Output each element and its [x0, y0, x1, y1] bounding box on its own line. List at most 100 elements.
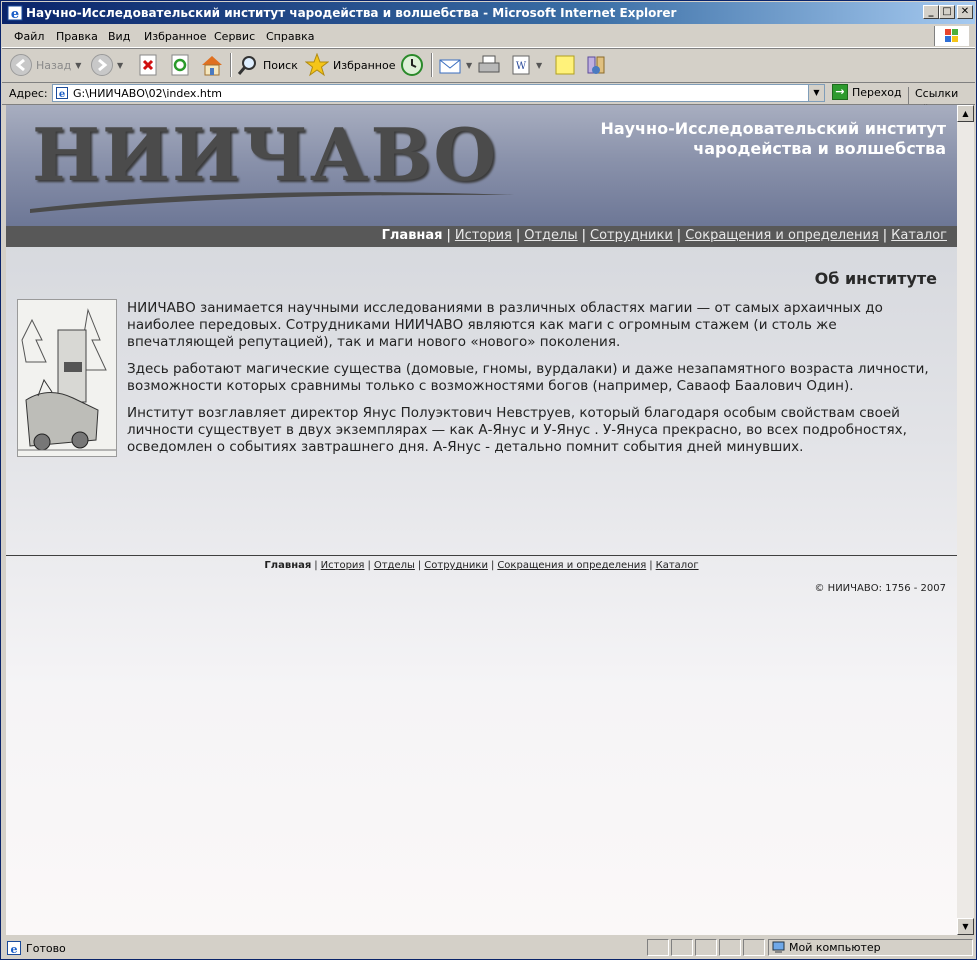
logo-swoosh-icon	[30, 192, 514, 213]
footer-nav-abbreviations[interactable]: Сокращения и определения	[497, 560, 646, 571]
page-status-icon: e	[7, 941, 21, 955]
scroll-down-button[interactable]: ▼	[957, 918, 974, 935]
menu-tools[interactable]: Сервис	[214, 30, 255, 43]
footer-nav-catalog[interactable]: Каталог	[656, 560, 699, 571]
about-content: НИИЧАВО занимается научными исследования…	[127, 300, 942, 466]
site-logo: НИИЧАВО	[32, 112, 499, 197]
maximize-button[interactable]: □	[939, 5, 955, 19]
status-cell	[719, 939, 741, 956]
refresh-button[interactable]	[170, 53, 190, 77]
close-button[interactable]: ✕	[957, 5, 973, 19]
top-nav: Главная | История | Отделы | Сотрудники | Сокращ…	[381, 228, 947, 243]
nav-abbreviations[interactable]: Сокращения и определения	[685, 228, 879, 243]
toolbar-separator	[431, 53, 433, 77]
svg-text:e: e	[59, 89, 65, 99]
vertical-scrollbar[interactable]: ▲ ▼	[957, 105, 974, 935]
page-icon: e	[56, 87, 68, 99]
home-icon	[202, 56, 222, 76]
status-cell	[695, 939, 717, 956]
mail-icon	[439, 59, 461, 74]
search-button[interactable]: Поиск	[237, 53, 298, 77]
go-button[interactable]: → Переход	[832, 84, 902, 100]
favorites-label: Избранное	[333, 58, 396, 72]
back-arrow-icon	[10, 54, 32, 76]
forward-dropdown-icon[interactable]: ▼	[117, 61, 123, 70]
menu-view[interactable]: Вид	[108, 30, 130, 43]
stop-icon	[139, 54, 157, 76]
menu-bar: Файл Правка Вид Избранное Сервис Справка	[2, 25, 975, 48]
forward-button[interactable]: ▼	[91, 53, 123, 77]
back-button[interactable]: Назад ▼	[10, 53, 81, 77]
svg-text:e: e	[11, 7, 19, 21]
note-icon	[555, 55, 575, 75]
top-nav-bar: Главная | История | Отделы | Сотрудники | Сокращ…	[6, 226, 957, 247]
links-label: Ссылки	[915, 87, 959, 100]
history-button[interactable]	[400, 53, 424, 77]
windows-logo-icon	[934, 26, 969, 46]
address-input[interactable]: e G:\НИИЧАВО\02\index.htm ▼	[52, 84, 825, 102]
footer-nav-history[interactable]: История	[321, 560, 365, 571]
discuss-button[interactable]	[554, 53, 576, 77]
messenger-button[interactable]	[585, 53, 607, 77]
toolbar-separator	[230, 53, 232, 77]
search-label: Поиск	[263, 58, 298, 72]
standard-toolbar: Назад ▼ ▼ Поиск Избранное ▼ W ▼	[2, 48, 975, 83]
status-cell	[671, 939, 693, 956]
menu-help[interactable]: Справка	[266, 30, 314, 43]
go-arrow-icon: →	[832, 84, 848, 100]
about-paragraph: Институт возглавляет директор Янус Полуэ…	[127, 405, 907, 455]
browser-window: e Научно-Исследовательский институт чаро…	[0, 0, 977, 960]
nav-departments[interactable]: Отделы	[524, 228, 577, 243]
footer-nav: Главная | История | Отделы | Сотрудники | Сокращ…	[264, 560, 699, 571]
footer-nav-home[interactable]: Главная	[264, 560, 311, 571]
site-title-line1: Научно-Исследовательский институт	[600, 119, 946, 138]
address-url: G:\НИИЧАВО\02\index.htm	[73, 87, 222, 100]
svg-text:e: e	[11, 943, 18, 955]
favorites-button[interactable]: Избранное	[305, 53, 395, 77]
messenger-icon	[587, 56, 605, 74]
forward-arrow-icon	[91, 54, 113, 76]
search-icon	[237, 56, 256, 75]
title-bar[interactable]: e Научно-Исследовательский институт чаро…	[2, 2, 975, 24]
back-label: Назад	[36, 58, 72, 72]
site-header: НИИЧАВО Научно-Исследовательский институ…	[6, 105, 957, 226]
about-paragraph: НИИЧАВО занимается научными исследования…	[127, 300, 883, 350]
svg-text:W: W	[516, 61, 527, 72]
scroll-up-button[interactable]: ▲	[957, 105, 974, 122]
section-title: Об институте	[814, 269, 937, 288]
window-title: Научно-Исследовательский институт чароде…	[26, 6, 677, 20]
refresh-icon	[171, 54, 189, 76]
nav-staff[interactable]: Сотрудники	[590, 228, 673, 243]
edit-dropdown-icon[interactable]: ▼	[536, 61, 542, 70]
status-bar: e Готово Мой компьютер	[2, 938, 975, 958]
footer-nav-departments[interactable]: Отделы	[374, 560, 415, 571]
home-button[interactable]	[200, 53, 224, 77]
star-icon	[305, 53, 329, 77]
mail-button[interactable]: ▼	[438, 53, 472, 77]
nav-home[interactable]: Главная	[382, 228, 443, 243]
print-button[interactable]	[477, 53, 501, 77]
back-dropdown-icon[interactable]: ▼	[75, 61, 81, 70]
address-bar: Адрес: e G:\НИИЧАВО\02\index.htm ▼ → Пер…	[2, 82, 975, 113]
footer-nav-staff[interactable]: Сотрудники	[424, 560, 488, 571]
status-cell	[743, 939, 765, 956]
site-title-line2: чародейства и волшебства	[693, 139, 946, 158]
nav-catalog[interactable]: Каталог	[891, 228, 947, 243]
ie-icon: e	[7, 5, 23, 21]
word-document-icon: W	[512, 55, 530, 75]
history-icon	[401, 54, 423, 76]
address-dropdown-button[interactable]: ▼	[808, 85, 824, 101]
about-paragraph: Здесь работают магические существа (домо…	[127, 361, 929, 394]
mail-dropdown-icon[interactable]: ▼	[466, 61, 472, 70]
stop-button[interactable]	[138, 53, 158, 77]
footer-divider	[6, 555, 957, 556]
copyright: © НИИЧАВО: 1756 - 2007	[814, 583, 947, 594]
security-zone: Мой компьютер	[768, 939, 973, 956]
nav-history[interactable]: История	[455, 228, 512, 243]
edit-button[interactable]: W ▼	[510, 53, 542, 77]
menu-favorites[interactable]: Избранное	[144, 30, 206, 43]
illustration-image	[17, 299, 117, 457]
menu-file[interactable]: Файл	[14, 30, 44, 43]
menu-edit[interactable]: Правка	[56, 30, 98, 43]
minimize-button[interactable]: _	[923, 5, 939, 19]
